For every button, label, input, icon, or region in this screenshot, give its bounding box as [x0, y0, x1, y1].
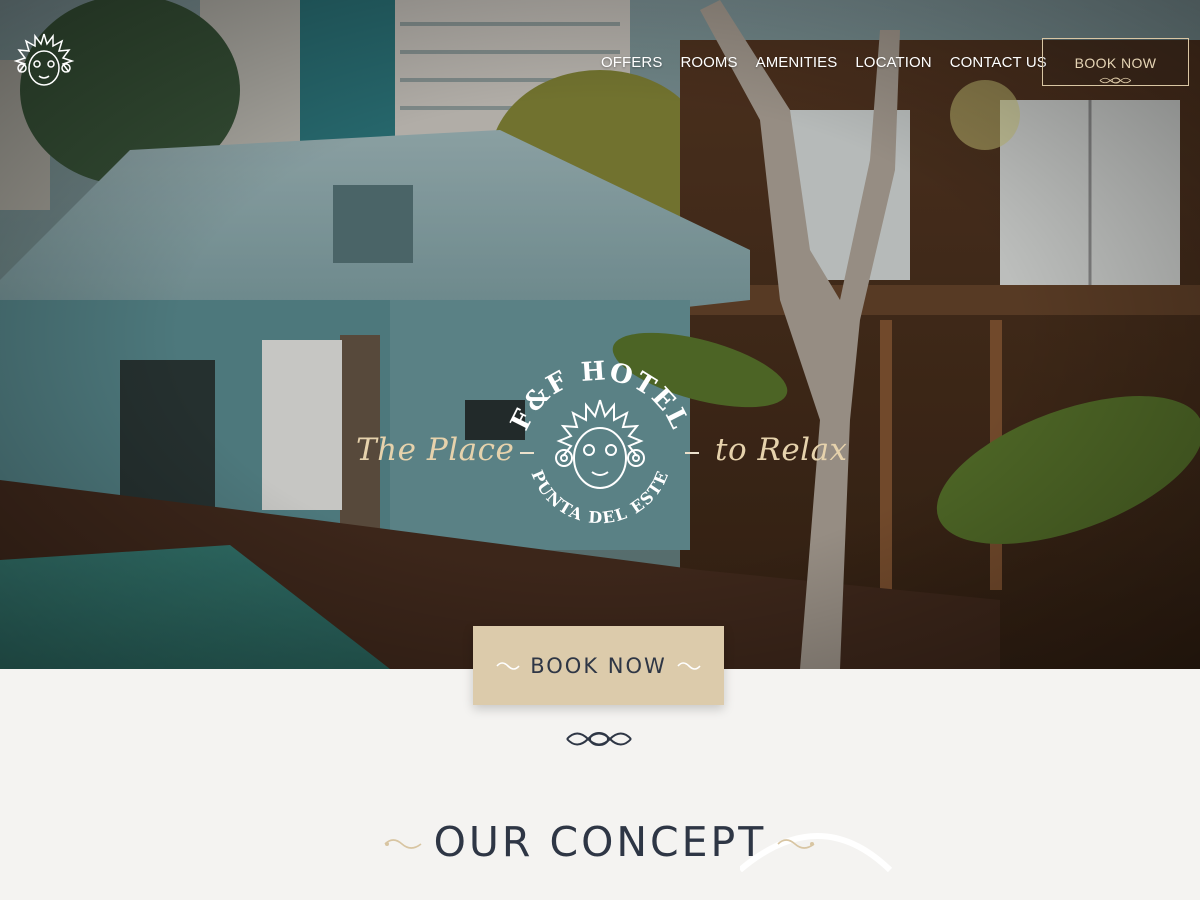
tagline-right: to Relax	[715, 432, 848, 468]
hero-section: OFFERS ROOMS AMENITIES LOCATION CONTACT …	[0, 0, 1200, 669]
hotel-emblem: F&F HOTEL PUNTA DEL ESTE	[505, 356, 695, 527]
sun-face-logo-icon[interactable]	[6, 28, 82, 98]
emblem-top-text: F&F HOTEL	[505, 356, 695, 435]
emblem-bottom-text: PUNTA DEL ESTE	[527, 467, 672, 527]
hero-photo	[0, 0, 1200, 669]
header-book-now-label: BOOK NOW	[1074, 55, 1157, 71]
flourish-ornament-icon	[566, 732, 632, 746]
section-title-our-concept: OUR CONCEPT	[433, 818, 767, 866]
wave-ornament-icon	[496, 661, 520, 670]
sun-face-emblem-icon	[555, 399, 645, 489]
wave-ornament-icon	[677, 661, 701, 670]
wave-ornament-icon	[777, 839, 815, 849]
header-book-now-button[interactable]: BOOK NOW	[1042, 38, 1189, 86]
main-book-now-button[interactable]: BOOK NOW	[473, 626, 724, 705]
nav-contact-us[interactable]: CONTACT US	[941, 52, 1056, 74]
nav-location[interactable]: LOCATION	[846, 52, 940, 74]
nav-offers[interactable]: OFFERS	[592, 52, 671, 74]
flourish-ornament-icon	[1099, 77, 1131, 84]
main-book-now-label: BOOK NOW	[530, 653, 667, 678]
nav-amenities[interactable]: AMENITIES	[747, 52, 847, 74]
main-nav: OFFERS ROOMS AMENITIES LOCATION CONTACT …	[592, 52, 1056, 74]
tagline-left: The Place	[356, 432, 515, 468]
nav-rooms[interactable]: ROOMS	[671, 52, 746, 74]
